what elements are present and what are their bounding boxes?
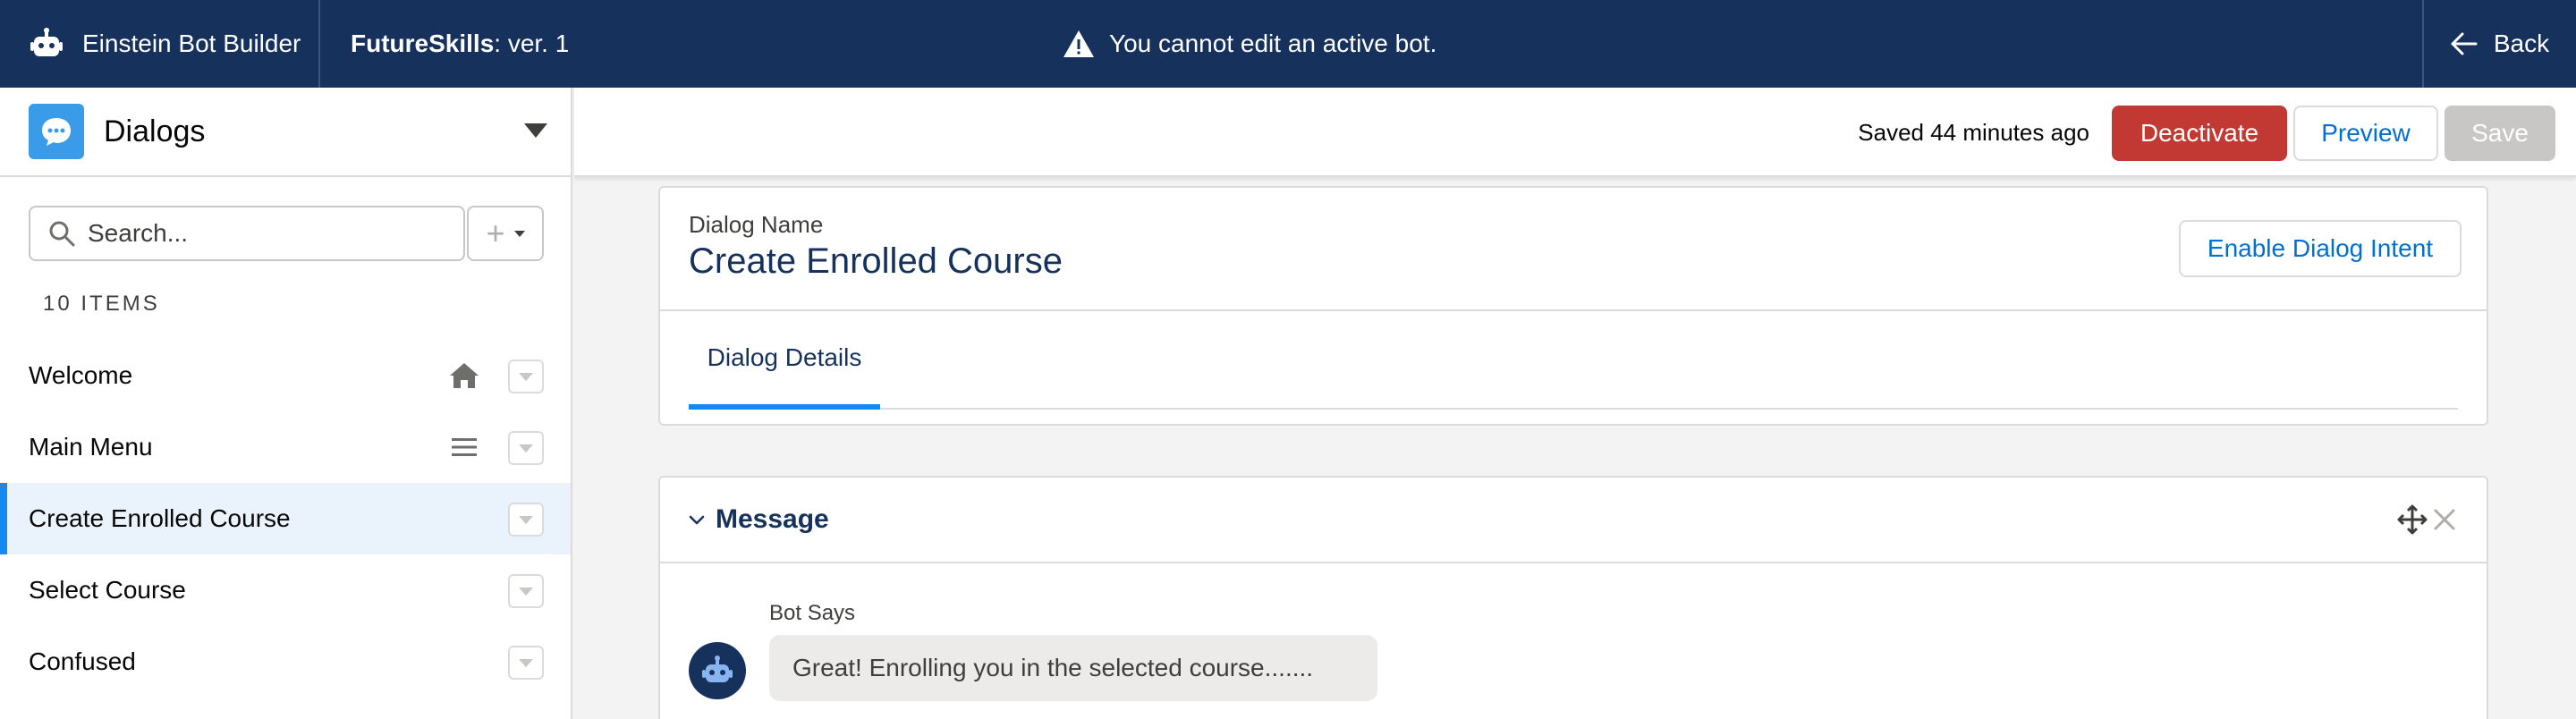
- app-name: Einstein Bot Builder: [82, 30, 301, 57]
- bot-name: FutureSkills: [351, 30, 495, 57]
- sidebar-header[interactable]: Dialogs: [0, 88, 571, 177]
- menu-lines-icon: [452, 438, 477, 456]
- sidebar-item-confused[interactable]: Confused: [0, 626, 571, 698]
- sidebar-item-label: Confused: [29, 647, 136, 675]
- bot-icon: [30, 28, 63, 56]
- bot-message-bubble[interactable]: Great! Enrolling you in the selected cou…: [769, 635, 1377, 701]
- bot-version: : ver. 1: [494, 30, 570, 57]
- save-button[interactable]: Save: [2445, 106, 2555, 161]
- dialog-list: Welcome Main Menu Create Enrolled Course…: [0, 340, 571, 698]
- chevron-down-icon: [519, 587, 533, 596]
- sidebar-item-label: Create Enrolled Course: [29, 504, 291, 532]
- sidebar-item-label: Main Menu: [29, 433, 153, 461]
- enable-dialog-intent-button[interactable]: Enable Dialog Intent: [2179, 220, 2462, 277]
- items-count: 10 ITEMS: [43, 292, 160, 316]
- sidebar-item-create-enrolled-course[interactable]: Create Enrolled Course: [0, 483, 571, 554]
- item-menu-button[interactable]: [508, 503, 544, 537]
- app-brand: Einstein Bot Builder: [0, 0, 320, 88]
- chevron-down-icon[interactable]: [689, 512, 705, 528]
- global-header: Einstein Bot Builder FutureSkills : ver.…: [0, 0, 2576, 88]
- saved-status: Saved 44 minutes ago: [1858, 118, 2089, 146]
- bot-version-label: FutureSkills : ver. 1: [351, 0, 569, 88]
- chevron-down-icon: [513, 230, 525, 237]
- item-menu-button[interactable]: [508, 646, 544, 680]
- builder-toolbar: Saved 44 minutes ago Deactivate Preview …: [574, 88, 2576, 177]
- home-icon: [450, 363, 479, 388]
- message-step-header[interactable]: Message: [660, 478, 2487, 563]
- dialog-header-card: Dialog Name Create Enrolled Course Enabl…: [658, 186, 2488, 426]
- sidebar-item-label: Welcome: [29, 361, 133, 389]
- search-icon: [49, 221, 75, 247]
- sidebar-item-label: Select Course: [29, 576, 186, 604]
- arrow-left-icon: [2451, 32, 2478, 55]
- chat-bubble-icon: [29, 104, 84, 159]
- warning-text: You cannot edit an active bot.: [1109, 30, 1437, 57]
- message-step-card: Message Bot Says Great! Enrolling you in…: [658, 476, 2488, 719]
- plus-icon: +: [486, 215, 505, 251]
- active-bot-warning: You cannot edit an active bot.: [1063, 0, 1436, 88]
- sidebar-item-main-menu[interactable]: Main Menu: [0, 411, 571, 483]
- bot-avatar: [689, 642, 746, 699]
- chevron-down-icon: [519, 658, 533, 667]
- warning-icon: [1063, 30, 1094, 57]
- item-menu-button[interactable]: [508, 431, 544, 465]
- dialog-name-label: Dialog Name: [689, 211, 824, 238]
- dialog-name: Create Enrolled Course: [689, 241, 1063, 281]
- item-menu-button[interactable]: [508, 574, 544, 608]
- search-placeholder: Search...: [88, 219, 189, 247]
- search-input[interactable]: Search...: [29, 206, 465, 261]
- chevron-down-icon: [519, 444, 533, 453]
- sidebar-item-welcome[interactable]: Welcome: [0, 340, 571, 411]
- sidebar-title: Dialogs: [104, 114, 206, 148]
- deactivate-button[interactable]: Deactivate: [2112, 106, 2287, 161]
- item-menu-button[interactable]: [508, 360, 544, 393]
- preview-button[interactable]: Preview: [2293, 106, 2438, 161]
- bot-icon: [702, 656, 733, 682]
- tab-bar: Dialog Details: [689, 311, 2458, 410]
- move-icon[interactable]: [2397, 504, 2428, 535]
- chevron-down-icon: [519, 515, 533, 524]
- chevron-down-icon: [519, 372, 533, 381]
- tab-dialog-details[interactable]: Dialog Details: [689, 311, 880, 410]
- message-step-title: Message: [716, 504, 829, 534]
- back-button[interactable]: Back: [2422, 0, 2576, 88]
- close-icon[interactable]: [2433, 508, 2456, 531]
- add-dialog-button[interactable]: +: [467, 206, 544, 261]
- bot-says-label: Bot Says: [769, 601, 856, 625]
- search-row: Search... +: [29, 206, 544, 261]
- sidebar-item-select-course[interactable]: Select Course: [0, 554, 571, 626]
- chevron-down-icon[interactable]: [524, 123, 547, 138]
- back-label: Back: [2493, 30, 2550, 57]
- dialogs-sidebar: Dialogs Search... + 10 ITEMS Welcome Mai…: [0, 88, 572, 719]
